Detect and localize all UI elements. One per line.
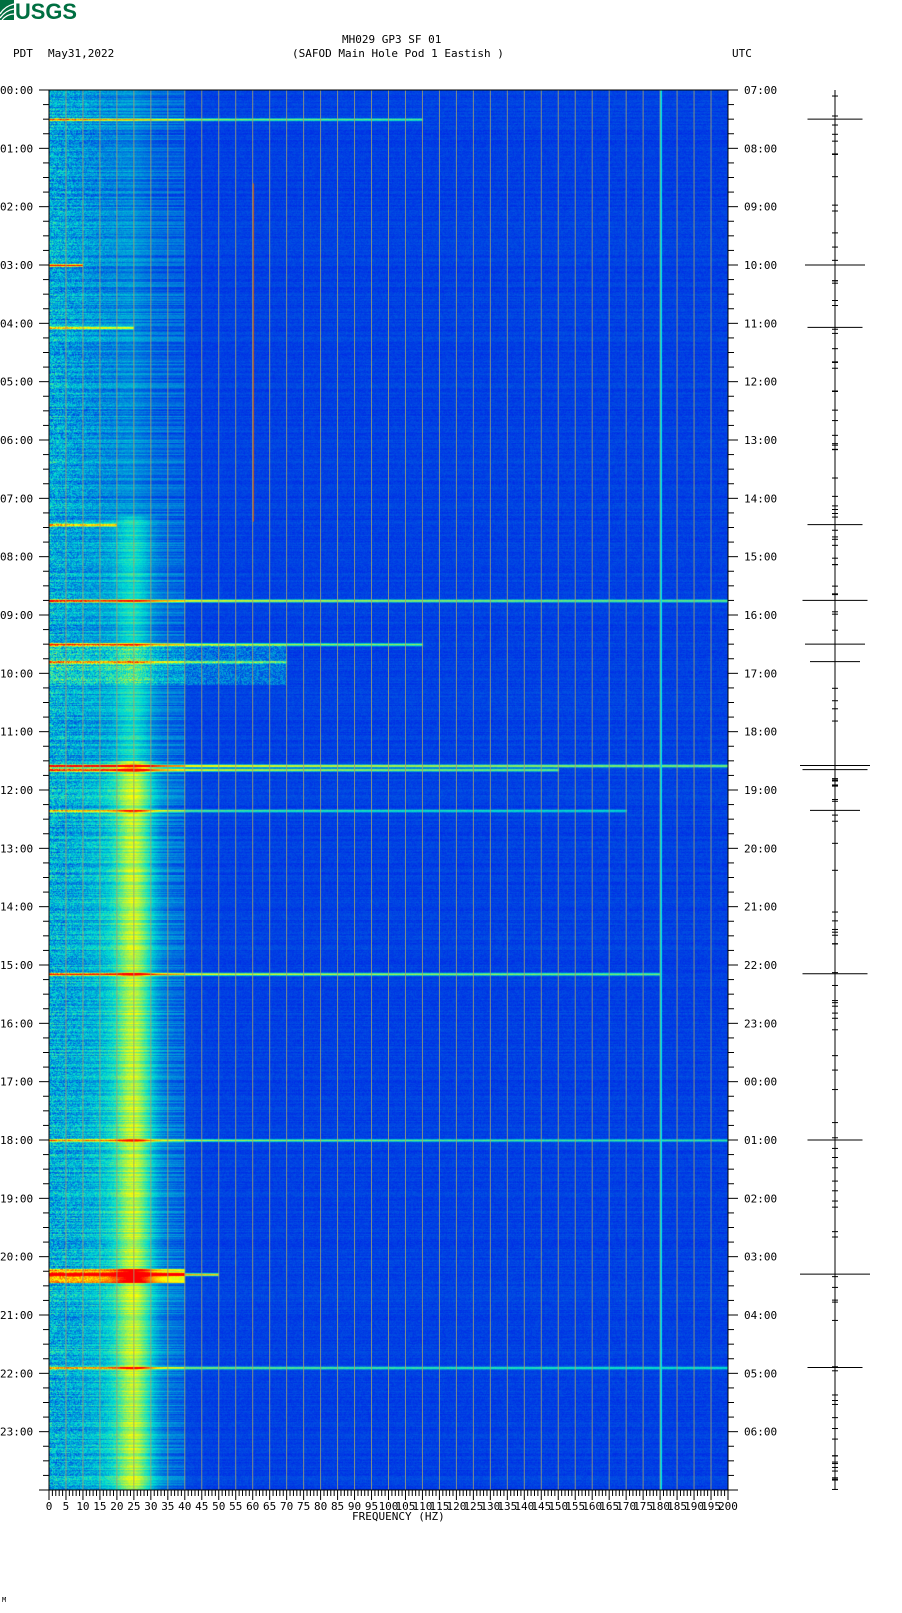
y-left-tick-label: 10:00: [0, 667, 33, 680]
x-tick-label: 30: [144, 1500, 157, 1513]
y-left-tick-label: 06:00: [0, 434, 33, 447]
x-tick-label: 15: [93, 1500, 106, 1513]
y-left-tick-label: 20:00: [0, 1251, 33, 1264]
x-tick-label: 10: [76, 1500, 89, 1513]
y-left-tick-label: 05:00: [0, 376, 33, 389]
x-tick-label: 50: [212, 1500, 225, 1513]
x-tick-label: 80: [314, 1500, 327, 1513]
x-axis-label: FREQUENCY (HZ): [352, 1510, 445, 1523]
x-tick-label: 5: [63, 1500, 70, 1513]
y-left-tick-label: 13:00: [0, 842, 33, 855]
x-tick-label: 55: [229, 1500, 242, 1513]
y-right-tick-label: 05:00: [744, 1367, 777, 1380]
y-right-tick-label: 22:00: [744, 959, 777, 972]
y-right-tick-label: 08:00: [744, 142, 777, 155]
x-tick-label: 0: [46, 1500, 53, 1513]
y-right-tick-label: 19:00: [744, 784, 777, 797]
y-right-tick-label: 16:00: [744, 609, 777, 622]
y-left-tick-label: 00:00: [0, 84, 33, 97]
x-tick-label: 60: [246, 1500, 259, 1513]
y-right-tick-label: 02:00: [744, 1192, 777, 1205]
y-right-tick-label: 12:00: [744, 376, 777, 389]
y-right-tick-label: 17:00: [744, 667, 777, 680]
y-left-tick-label: 03:00: [0, 259, 33, 272]
y-left-tick-label: 19:00: [0, 1192, 33, 1205]
y-right-tick-label: 00:00: [744, 1076, 777, 1089]
y-right-tick-label: 23:00: [744, 1017, 777, 1030]
y-left-tick-label: 09:00: [0, 609, 33, 622]
y-right-tick-label: 14:00: [744, 492, 777, 505]
x-tick-label: 70: [280, 1500, 293, 1513]
y-left-tick-label: 16:00: [0, 1017, 33, 1030]
y-right-tick-label: 04:00: [744, 1309, 777, 1322]
y-left-tick-label: 02:00: [0, 201, 33, 214]
footer-mark: M: [2, 1596, 6, 1604]
x-tick-label: 75: [297, 1500, 310, 1513]
y-left-tick-label: 21:00: [0, 1309, 33, 1322]
chart-axes: 0 5 10 15 20 25 30 35 40 45 50 55 60 65 70 75 80 85 90 95 10…: [0, 0, 902, 1613]
x-tick-label: 200: [718, 1500, 738, 1513]
x-tick-label: 65: [263, 1500, 276, 1513]
y-left-tick-label: 14:00: [0, 901, 33, 914]
y-right-tick-label: 03:00: [744, 1251, 777, 1264]
y-left-tick-label: 18:00: [0, 1134, 33, 1147]
y-left-tick-label: 04:00: [0, 317, 33, 330]
y-left-tick-label: 15:00: [0, 959, 33, 972]
x-tick-label: 45: [195, 1500, 208, 1513]
y-left-tick-label: 11:00: [0, 726, 33, 739]
x-tick-label: 20: [110, 1500, 123, 1513]
y-right-tick-label: 13:00: [744, 434, 777, 447]
y-left-tick-label: 12:00: [0, 784, 33, 797]
y-left-tick-label: 07:00: [0, 492, 33, 505]
x-tick-label: 40: [178, 1500, 191, 1513]
x-tick-label: 35: [161, 1500, 174, 1513]
y-right-tick-label: 06:00: [744, 1426, 777, 1439]
y-left-tick-label: 08:00: [0, 551, 33, 564]
y-right-tick-label: 15:00: [744, 551, 777, 564]
y-right-tick-label: 01:00: [744, 1134, 777, 1147]
x-tick-label: 25: [127, 1500, 140, 1513]
y-right-tick-label: 11:00: [744, 317, 777, 330]
y-right-tick-label: 07:00: [744, 84, 777, 97]
y-left-tick-label: 01:00: [0, 142, 33, 155]
y-right-tick-label: 20:00: [744, 842, 777, 855]
y-left-tick-label: 17:00: [0, 1076, 33, 1089]
y-right-tick-label: 18:00: [744, 726, 777, 739]
y-right-tick-label: 09:00: [744, 201, 777, 214]
x-tick-label: 85: [331, 1500, 344, 1513]
y-left-tick-label: 23:00: [0, 1426, 33, 1439]
y-right-tick-label: 21:00: [744, 901, 777, 914]
y-right-tick-label: 10:00: [744, 259, 777, 272]
y-left-tick-label: 22:00: [0, 1367, 33, 1380]
